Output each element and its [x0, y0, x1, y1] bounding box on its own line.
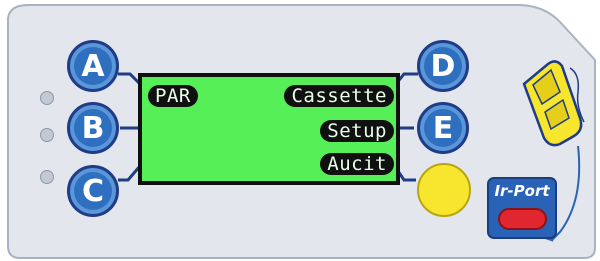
ir-port-button[interactable]: [498, 208, 547, 230]
ir-port-label: Ir-Port: [494, 182, 550, 200]
button-c[interactable]: C: [67, 165, 119, 217]
lcd-label-cassette: Cassette: [284, 85, 394, 107]
yellow-button[interactable]: [417, 163, 471, 217]
button-b[interactable]: B: [67, 102, 119, 154]
status-led-3: [40, 170, 54, 184]
button-e[interactable]: E: [417, 102, 469, 154]
button-a[interactable]: A: [67, 40, 119, 92]
button-d[interactable]: D: [417, 40, 469, 92]
lcd-label-par: PAR: [148, 85, 198, 107]
status-led-2: [40, 128, 54, 142]
status-led-1: [40, 91, 54, 105]
lcd-label-aucit: Aucit: [320, 153, 394, 175]
lcd-screen: PAR Cassette Setup Aucit: [138, 73, 400, 185]
ir-port: Ir-Port: [487, 177, 557, 239]
lcd-label-setup: Setup: [320, 120, 394, 142]
